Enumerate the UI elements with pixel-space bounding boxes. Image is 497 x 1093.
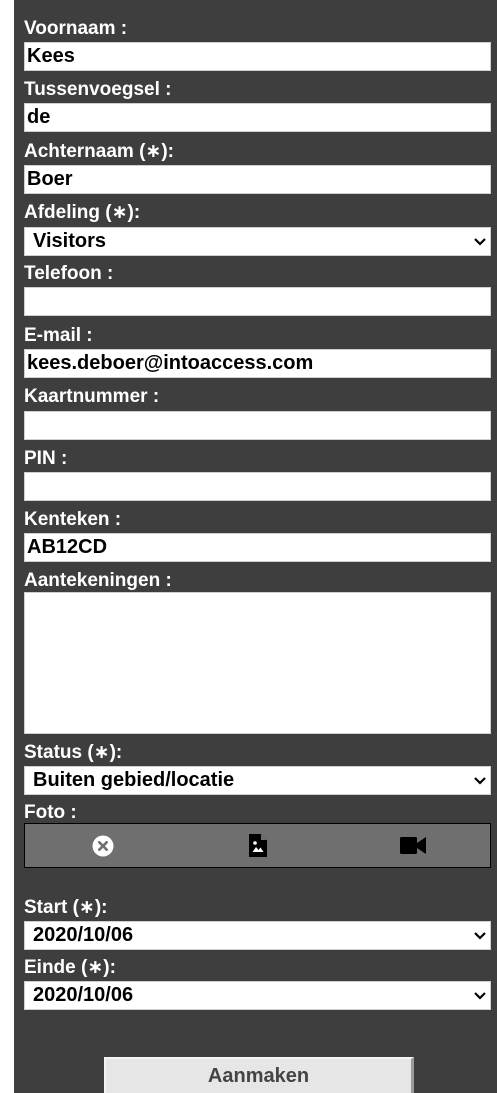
department-select[interactable]: Visitors — [24, 227, 491, 256]
upload-file-icon — [248, 834, 267, 857]
infix-label: Tussenvoegsel : — [24, 79, 172, 100]
last-name-label: Achternaam (∗): — [24, 141, 174, 162]
video-camera-icon — [399, 837, 426, 854]
photo-label: Foto : — [24, 802, 77, 823]
phone-label: Telefoon : — [24, 263, 114, 284]
pin-input[interactable] — [24, 472, 491, 501]
last-name-input[interactable]: Boer — [24, 165, 491, 194]
clear-circle-icon — [92, 835, 113, 856]
chevron-down-icon — [474, 777, 486, 785]
end-date-select[interactable]: 2020/10/06 — [24, 981, 491, 1010]
chevron-down-icon — [474, 992, 486, 1000]
card-number-label: Kaartnummer : — [24, 386, 160, 407]
status-label: Status (∗): — [24, 742, 123, 763]
notes-textarea[interactable] — [24, 592, 491, 734]
license-plate-label: Kenteken : — [24, 509, 122, 530]
first-name-input[interactable]: Kees — [24, 42, 491, 71]
start-label: Start (∗): — [24, 897, 108, 918]
department-label: Afdeling (∗): — [24, 202, 141, 223]
upload-photo-button[interactable] — [180, 824, 335, 867]
notes-label: Aantekeningen : — [24, 570, 172, 591]
status-select-value: Buiten gebied/locatie — [33, 769, 235, 791]
chevron-down-icon — [474, 932, 486, 940]
camera-capture-button[interactable] — [335, 824, 490, 867]
end-date-value: 2020/10/06 — [33, 984, 134, 1006]
end-label: Einde (∗): — [24, 957, 116, 978]
photo-toolbar — [24, 823, 491, 868]
start-date-value: 2020/10/06 — [33, 924, 134, 946]
chevron-down-icon — [474, 238, 486, 246]
user-form-panel: Voornaam : Kees Tussenvoegsel : de Achte… — [14, 0, 497, 1093]
phone-input[interactable] — [24, 287, 491, 316]
first-name-label: Voornaam : — [24, 18, 128, 39]
email-label: E-mail : — [24, 325, 93, 346]
start-date-select[interactable]: 2020/10/06 — [24, 921, 491, 950]
card-number-input[interactable] — [24, 411, 491, 440]
clear-photo-button[interactable] — [25, 824, 180, 867]
infix-input[interactable]: de — [24, 103, 491, 132]
create-button[interactable]: Aanmaken — [104, 1057, 414, 1093]
license-plate-input[interactable]: AB12CD — [24, 533, 491, 562]
email-input[interactable]: kees.deboer@intoaccess.com — [24, 349, 491, 378]
pin-label: PIN : — [24, 448, 68, 469]
status-select[interactable]: Buiten gebied/locatie — [24, 766, 491, 795]
department-select-value: Visitors — [33, 230, 106, 252]
